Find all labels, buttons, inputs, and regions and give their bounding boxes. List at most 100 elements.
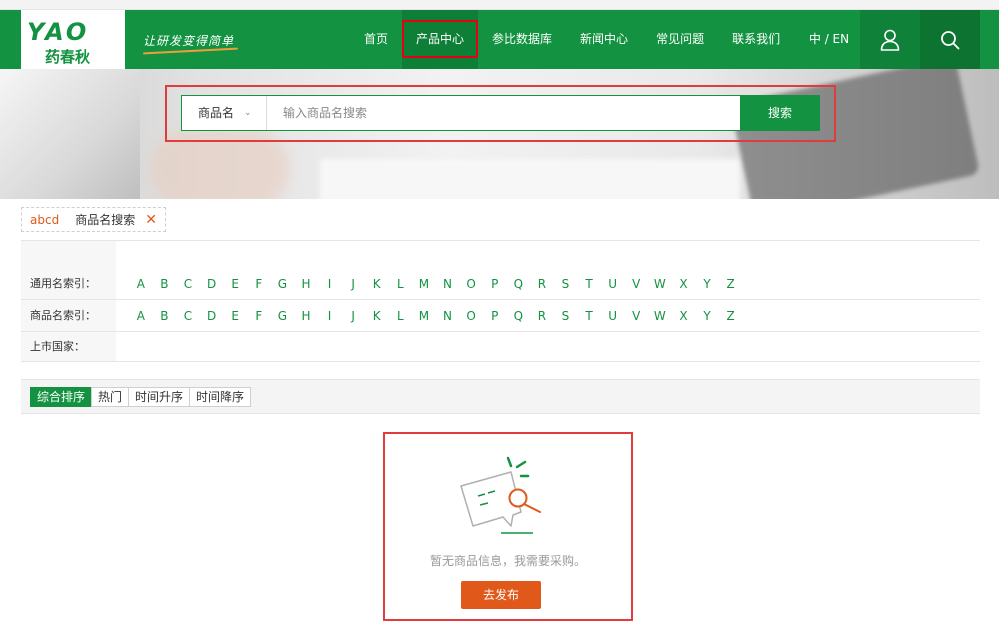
nav-reference-database[interactable]: 参比数据库 xyxy=(478,10,566,69)
generic-index-letter[interactable]: W xyxy=(648,277,672,291)
trade-index-letter[interactable]: S xyxy=(554,309,578,323)
trade-index-letter[interactable]: B xyxy=(153,309,177,323)
trade-index-letter[interactable]: Q xyxy=(507,309,531,323)
browser-top-strip xyxy=(0,0,999,10)
generic-index-letter[interactable]: S xyxy=(554,277,578,291)
generic-index-letter[interactable]: M xyxy=(412,277,436,291)
generic-index-letter[interactable]: R xyxy=(530,277,554,291)
nav-faq[interactable]: 常见问题 xyxy=(642,10,718,69)
sort-tabs: 综合排序 热门 时间升序 时间降序 xyxy=(30,387,252,407)
search-bar: 商品名 ⌄ 搜索 xyxy=(181,95,820,131)
chevron-down-icon: ⌄ xyxy=(244,108,252,118)
generic-index-letter[interactable]: X xyxy=(672,277,696,291)
generic-index-letter[interactable]: L xyxy=(389,277,413,291)
sort-tab-time-asc[interactable]: 时间升序 xyxy=(128,387,191,407)
trade-index-letter[interactable]: W xyxy=(648,309,672,323)
trade-index-letter[interactable]: K xyxy=(365,309,389,323)
trade-index-letter[interactable]: P xyxy=(483,309,507,323)
filter-keyword: abcd xyxy=(30,212,60,227)
trade-index-letter[interactable]: G xyxy=(271,309,295,323)
generic-index-letter[interactable]: O xyxy=(459,277,483,291)
trade-index-letter[interactable]: J xyxy=(341,309,365,323)
nav-news-center[interactable]: 新闻中心 xyxy=(566,10,642,69)
close-icon[interactable]: ✕ xyxy=(145,212,157,228)
generic-index-letter[interactable]: P xyxy=(483,277,507,291)
site-header: YAO 药春秋 让研发变得简单 首页 产品中心 参比数据库 新闻中心 常见问题 … xyxy=(0,10,999,69)
logo-mark: YAO xyxy=(27,18,90,46)
nav-product-center[interactable]: 产品中心 xyxy=(402,10,479,69)
generic-index-letter[interactable]: V xyxy=(624,277,648,291)
banner-decoration xyxy=(320,159,740,199)
generic-index-letter[interactable]: N xyxy=(436,277,460,291)
generic-index-letter[interactable]: E xyxy=(223,277,247,291)
user-button[interactable] xyxy=(860,10,920,69)
generic-index-letter[interactable]: D xyxy=(200,277,224,291)
publish-button[interactable]: 去发布 xyxy=(461,581,541,609)
slogan: 让研发变得简单 xyxy=(143,34,235,48)
generic-letters: ABCDEFGHIJKLMNOPQRSTUVWXYZ xyxy=(129,268,742,300)
search-submit-button[interactable]: 搜索 xyxy=(740,96,820,130)
generic-name-index-row: 通用名索引： ABCDEFGHIJKLMNOPQRSTUVWXYZ xyxy=(21,268,980,300)
generic-index-letter[interactable]: G xyxy=(271,277,295,291)
generic-index-letter[interactable]: T xyxy=(577,277,601,291)
banner-decoration xyxy=(0,69,140,199)
sort-bar: 综合排序 热门 时间升序 时间降序 xyxy=(21,379,980,414)
trade-index-letter[interactable]: C xyxy=(176,309,200,323)
sort-tab-comprehensive[interactable]: 综合排序 xyxy=(30,387,93,407)
trade-index-letter[interactable]: U xyxy=(601,309,625,323)
filter-type: 商品名搜索 xyxy=(75,213,136,227)
user-icon xyxy=(880,29,900,51)
trade-name-index-row: 商品名索引： ABCDEFGHIJKLMNOPQRSTUVWXYZ xyxy=(21,300,980,332)
header-search-button[interactable] xyxy=(920,10,980,69)
sort-tab-time-desc[interactable]: 时间降序 xyxy=(189,387,252,407)
generic-index-letter[interactable]: Z xyxy=(719,277,743,291)
generic-index-letter[interactable]: I xyxy=(318,277,342,291)
generic-index-letter[interactable]: J xyxy=(341,277,365,291)
trade-index-letter[interactable]: X xyxy=(672,309,696,323)
site-logo[interactable]: YAO 药春秋 xyxy=(21,10,125,69)
search-type-value: 商品名 xyxy=(198,106,235,120)
no-results-magnifier-icon xyxy=(460,456,541,534)
generic-index-letter[interactable]: Q xyxy=(507,277,531,291)
main-nav: 首页 产品中心 参比数据库 新闻中心 常见问题 联系我们 xyxy=(350,10,794,69)
trade-index-letter[interactable]: D xyxy=(200,309,224,323)
logo-subtitle: 药春秋 xyxy=(45,48,91,66)
empty-message: 暂无商品信息，我需要采购。 xyxy=(429,554,586,568)
generic-index-letter[interactable]: F xyxy=(247,277,271,291)
trade-index-letter[interactable]: M xyxy=(412,309,436,323)
search-input[interactable] xyxy=(268,96,740,130)
active-filter-tag: abcd 商品名搜索 ✕ xyxy=(21,207,166,232)
search-type-select[interactable]: 商品名 ⌄ xyxy=(182,96,267,130)
index-filter-panel: 通用名索引： ABCDEFGHIJKLMNOPQRSTUVWXYZ 商品名索引：… xyxy=(21,240,980,362)
trade-index-letter[interactable]: E xyxy=(223,309,247,323)
trade-index-letter[interactable]: T xyxy=(577,309,601,323)
trade-letters: ABCDEFGHIJKLMNOPQRSTUVWXYZ xyxy=(129,300,742,332)
trade-index-letter[interactable]: I xyxy=(318,309,342,323)
trade-index-letter[interactable]: Y xyxy=(695,309,719,323)
trade-index-label: 商品名索引： xyxy=(30,309,96,322)
nav-home[interactable]: 首页 xyxy=(350,10,402,69)
trade-index-letter[interactable]: V xyxy=(624,309,648,323)
trade-index-letter[interactable]: Z xyxy=(719,309,743,323)
generic-index-letter[interactable]: C xyxy=(176,277,200,291)
language-switch[interactable]: 中 / EN xyxy=(798,10,860,69)
generic-index-letter[interactable]: U xyxy=(601,277,625,291)
generic-index-letter[interactable]: H xyxy=(294,277,318,291)
search-icon xyxy=(941,30,960,49)
generic-index-letter[interactable]: Y xyxy=(695,277,719,291)
generic-index-letter[interactable]: A xyxy=(129,277,153,291)
country-row: 上市国家： xyxy=(21,332,980,362)
trade-index-letter[interactable]: N xyxy=(436,309,460,323)
generic-index-label: 通用名索引： xyxy=(30,277,96,290)
nav-contact-us[interactable]: 联系我们 xyxy=(718,10,794,69)
generic-index-letter[interactable]: B xyxy=(153,277,177,291)
trade-index-letter[interactable]: L xyxy=(389,309,413,323)
generic-index-letter[interactable]: K xyxy=(365,277,389,291)
country-label: 上市国家： xyxy=(30,340,85,353)
sort-tab-popular[interactable]: 热门 xyxy=(91,387,130,407)
trade-index-letter[interactable]: H xyxy=(294,309,318,323)
trade-index-letter[interactable]: F xyxy=(247,309,271,323)
trade-index-letter[interactable]: O xyxy=(459,309,483,323)
trade-index-letter[interactable]: R xyxy=(530,309,554,323)
trade-index-letter[interactable]: A xyxy=(129,309,153,323)
